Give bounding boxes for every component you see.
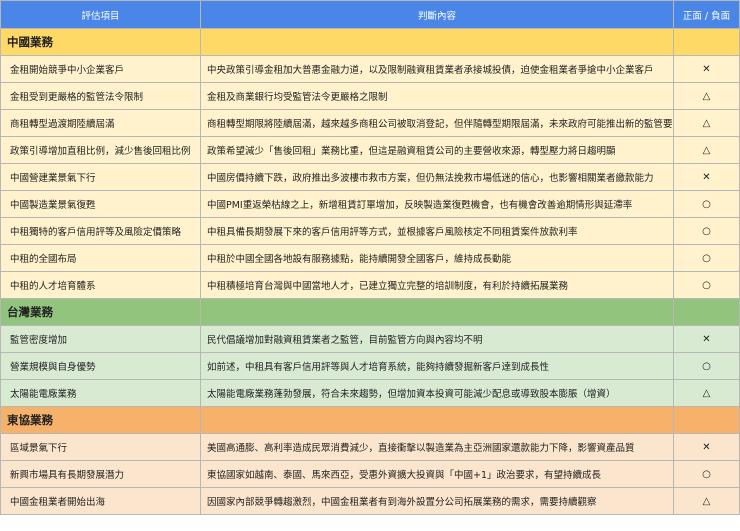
header-row: 評估項目 判斷內容 正面 / 負面 bbox=[0, 0, 740, 29]
row-item: 監管密度增加 bbox=[0, 325, 201, 353]
section-row-taiwan: 台灣業務 bbox=[0, 298, 740, 326]
row-impact: ○ bbox=[673, 190, 740, 218]
row-judgment: 東協國家如越南、泰國、馬來西亞，受惠外資擴大投資與「中國+1」政治要求，有望持續… bbox=[200, 460, 674, 488]
row-item: 中國營建業景氣下行 bbox=[0, 163, 201, 191]
table-row: 商租轉型過渡期陸續屆滿 商租轉型期限將陸續屆滿，越來越多商租公司被取消登記，但伴… bbox=[0, 109, 740, 137]
row-impact: ○ bbox=[673, 217, 740, 245]
table-row: 金租受到更嚴格的監管法令限制 金租及商業銀行均受監管法令更嚴格之限制 △ bbox=[0, 82, 740, 110]
row-judgment: 太陽能電廠業務蓬勃發展，符合未來趨勢，但增加資本投資可能減少配息或導致股本膨脹（… bbox=[200, 379, 674, 407]
row-judgment: 中租積極培育台灣與中國當地人才，已建立獨立完整的培訓制度，有利於持續拓展業務 bbox=[200, 271, 674, 299]
table-row: 中租的全國布局 中租於中國全國各地設有服務據點，能持續開發全國客戶，維持成長動能… bbox=[0, 244, 740, 272]
row-item: 太陽能電廠業務 bbox=[0, 379, 201, 407]
row-impact: ✕ bbox=[673, 163, 740, 191]
table-row: 中租的人才培育體系 中租積極培育台灣與中國當地人才，已建立獨立完整的培訓制度，有… bbox=[0, 271, 740, 299]
section-title: 台灣業務 bbox=[0, 298, 201, 326]
row-impact: △ bbox=[673, 487, 740, 515]
row-item: 中租的人才培育體系 bbox=[0, 271, 201, 299]
row-item: 中租獨特的客戶信用評等及風險定價策略 bbox=[0, 217, 201, 245]
table-row: 金租開始競爭中小企業客戶 中央政策引導金租加大普惠金融力道，以及限制融資租賃業者… bbox=[0, 55, 740, 83]
row-judgment: 中租於中國全國各地設有服務據點，能持續開發全國客戶，維持成長動能 bbox=[200, 244, 674, 272]
row-item: 金租開始競爭中小企業客戶 bbox=[0, 55, 201, 83]
row-judgment: 中國房價持續下跌，政府推出多波樓市救市方案，但仍無法挽救市場低迷的信心，也影響相… bbox=[200, 163, 674, 191]
table-row: 政策引導增加直租比例，減少售後回租比例 政策希望減少「售後回租」業務比重，但這是… bbox=[0, 136, 740, 164]
row-judgment: 商租轉型期限將陸續屆滿，越來越多商租公司被取消登記，但伴隨轉型期限屆滿，未來政府… bbox=[200, 109, 674, 137]
row-item: 新興市場具有長期發展潛力 bbox=[0, 460, 201, 488]
header-judgment: 判斷內容 bbox=[200, 0, 674, 29]
row-judgment: 金租及商業銀行均受監管法令更嚴格之限制 bbox=[200, 82, 674, 110]
row-impact: ○ bbox=[673, 460, 740, 488]
row-impact: ○ bbox=[673, 352, 740, 380]
header-impact: 正面 / 負面 bbox=[673, 0, 740, 29]
row-judgment: 美國高通膨、高利率造成民眾消費減少，直接衝擊以製造業為主亞洲國家還款能力下降，影… bbox=[200, 433, 674, 461]
table-row: 中國營建業景氣下行 中國房價持續下跌，政府推出多波樓市救市方案，但仍無法挽救市場… bbox=[0, 163, 740, 191]
row-impact: ○ bbox=[673, 244, 740, 272]
row-judgment: 民代倡議增加對融資租賃業者之監管，目前監管方向與內容均不明 bbox=[200, 325, 674, 353]
row-item: 商租轉型過渡期陸續屆滿 bbox=[0, 109, 201, 137]
row-impact: ✕ bbox=[673, 325, 740, 353]
row-item: 中租的全國布局 bbox=[0, 244, 201, 272]
table-row: 中國金租業者開始出海 因國家內部競爭轉趨激烈，中國金租業者有到海外設置分公司拓展… bbox=[0, 487, 740, 515]
section-title: 東協業務 bbox=[0, 406, 201, 434]
row-judgment: 政策希望減少「售後回租」業務比重，但這是融資租賃公司的主要營收來源，轉型壓力將日… bbox=[200, 136, 674, 164]
row-item: 政策引導增加直租比例，減少售後回租比例 bbox=[0, 136, 201, 164]
row-impact: △ bbox=[673, 82, 740, 110]
row-judgment: 因國家內部競爭轉趨激烈，中國金租業者有到海外設置分公司拓展業務的需求，需要持續觀… bbox=[200, 487, 674, 515]
row-judgment: 中租具備長期發展下來的客戶信用評等方式，並根據客戶風險核定不同租賃案件放款利率 bbox=[200, 217, 674, 245]
header-item: 評估項目 bbox=[0, 0, 201, 29]
row-impact: ○ bbox=[673, 271, 740, 299]
section-row-china: 中國業務 bbox=[0, 28, 740, 56]
evaluation-table: 評估項目 判斷內容 正面 / 負面 中國業務 金租開始競爭中小企業客戶 中央政策… bbox=[0, 0, 740, 515]
row-impact: △ bbox=[673, 136, 740, 164]
row-judgment: 中央政策引導金租加大普惠金融力道，以及限制融資租賃業者承接城投債，迫使金租業者爭… bbox=[200, 55, 674, 83]
row-judgment: 如前述，中租具有客戶信用評等與人才培育系統，能夠持續發掘新客戶達到成長性 bbox=[200, 352, 674, 380]
row-item: 中國製造業景氣復甦 bbox=[0, 190, 201, 218]
row-item: 中國金租業者開始出海 bbox=[0, 487, 201, 515]
row-item: 區域景氣下行 bbox=[0, 433, 201, 461]
row-impact: △ bbox=[673, 379, 740, 407]
table-row: 中租獨特的客戶信用評等及風險定價策略 中租具備長期發展下來的客戶信用評等方式，並… bbox=[0, 217, 740, 245]
row-item: 營業規模與自身優勢 bbox=[0, 352, 201, 380]
table-row: 太陽能電廠業務 太陽能電廠業務蓬勃發展，符合未來趨勢，但增加資本投資可能減少配息… bbox=[0, 379, 740, 407]
table-row: 新興市場具有長期發展潛力 東協國家如越南、泰國、馬來西亞，受惠外資擴大投資與「中… bbox=[0, 460, 740, 488]
table-row: 中國製造業景氣復甦 中國PMI重返榮枯線之上，新增租賃訂單增加，反映製造業復甦機… bbox=[0, 190, 740, 218]
row-judgment: 中國PMI重返榮枯線之上，新增租賃訂單增加，反映製造業復甦機會，也有機會改善逾期… bbox=[200, 190, 674, 218]
section-title: 中國業務 bbox=[0, 28, 201, 56]
row-impact: △ bbox=[673, 109, 740, 137]
table-row: 區域景氣下行 美國高通膨、高利率造成民眾消費減少，直接衝擊以製造業為主亞洲國家還… bbox=[0, 433, 740, 461]
table-row: 監管密度增加 民代倡議增加對融資租賃業者之監管，目前監管方向與內容均不明 ✕ bbox=[0, 325, 740, 353]
section-row-asean: 東協業務 bbox=[0, 406, 740, 434]
table-row: 營業規模與自身優勢 如前述，中租具有客戶信用評等與人才培育系統，能夠持續發掘新客… bbox=[0, 352, 740, 380]
row-impact: ✕ bbox=[673, 55, 740, 83]
row-item: 金租受到更嚴格的監管法令限制 bbox=[0, 82, 201, 110]
row-impact: ✕ bbox=[673, 433, 740, 461]
